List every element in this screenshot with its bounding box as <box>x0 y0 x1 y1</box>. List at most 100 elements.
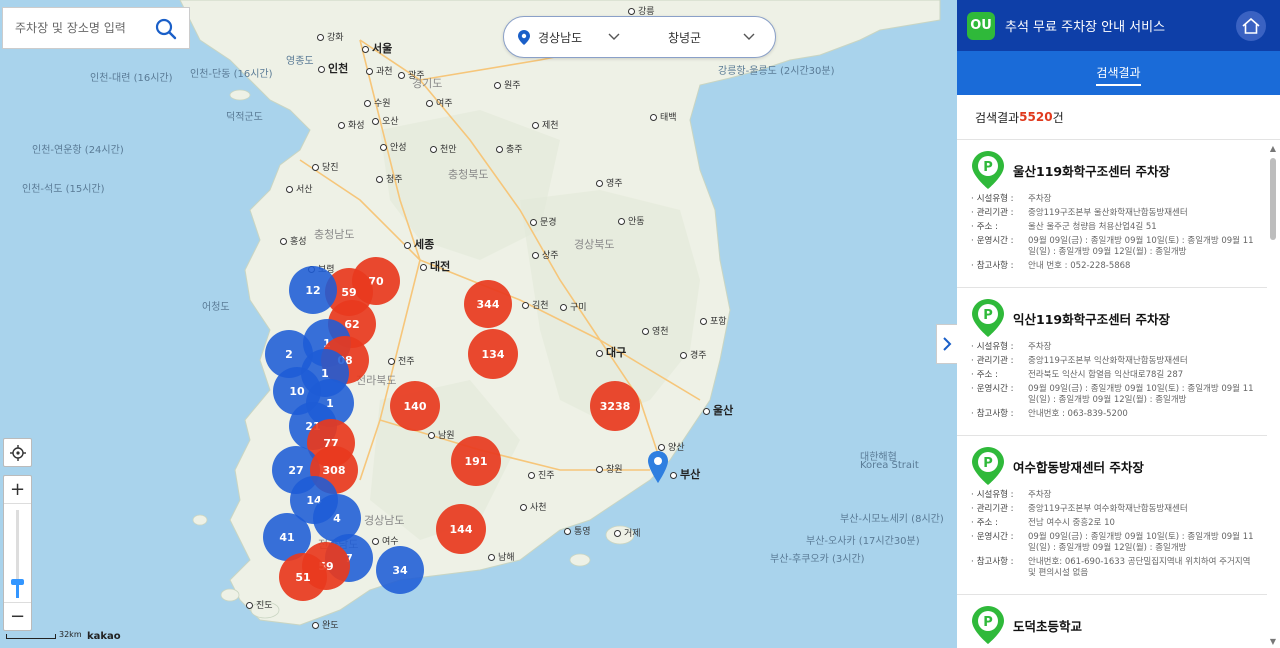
scroll-up-arrow-icon[interactable]: ▲ <box>1270 144 1276 153</box>
result-managing-org-key: 관리기관 : <box>971 208 1028 219</box>
map-label: 진도 <box>246 598 273 611</box>
map-label: 원주 <box>494 78 521 91</box>
map-label: 김천 <box>522 298 549 311</box>
parking-cluster-marker[interactable]: 34 <box>376 546 424 594</box>
map-label: 남원 <box>428 428 455 441</box>
result-operating-hours: 09월 09일(금) : 종일개방 09월 10일(토) : 종일개방 09월 … <box>1028 384 1254 405</box>
map-label: 사천 <box>520 500 547 513</box>
city-select[interactable]: 창녕군 <box>640 17 775 57</box>
svg-text:P: P <box>983 308 993 323</box>
map-label: 당진 <box>312 160 339 173</box>
map-label: 대구 <box>596 344 626 360</box>
map-label: 창원 <box>596 462 623 475</box>
map-label: 태백 <box>650 110 677 123</box>
home-button[interactable] <box>1236 10 1266 41</box>
result-details: 시설유형 :주차장관리기관 :중앙119구조본부 여수화학재난합동방재센터주소 … <box>971 490 1257 579</box>
map-label: 충청남도 <box>314 228 355 241</box>
result-managing-org-key: 관리기관 : <box>971 356 1028 367</box>
result-address-row: 주소 :전남 여수시 중흥2로 10 <box>971 518 1257 529</box>
parking-cluster-marker[interactable]: 12 <box>289 266 337 314</box>
result-address-row: 주소 :울산 울주군 청량읍 처용산업4길 51 <box>971 222 1257 233</box>
map-label: 안성 <box>380 140 407 153</box>
map-label: 서산 <box>286 182 313 195</box>
search-box <box>2 7 190 49</box>
result-title[interactable]: 울산119화학구조센터 주차장 <box>1013 161 1170 180</box>
map-label: 서울 <box>362 40 392 56</box>
result-count-value: 5520 <box>1019 110 1053 124</box>
parking-cluster-marker[interactable]: 191 <box>451 436 501 486</box>
map-label: 구미 <box>560 300 587 313</box>
search-icon[interactable] <box>155 18 177 40</box>
province-value: 경상남도 <box>538 30 583 45</box>
scroll-down-arrow-icon[interactable]: ▼ <box>1270 637 1276 646</box>
parking-cluster-marker[interactable]: 140 <box>390 381 440 431</box>
parking-marker-icon: P <box>972 606 1004 644</box>
result-details: 시설유형 :주차장관리기관 :중앙119구조본부 울산화학재난합동방재센터주소 … <box>971 194 1257 272</box>
result-count-label: 검색결과 <box>975 110 1020 125</box>
result-card[interactable]: P 도덕초등학교 <box>957 595 1267 648</box>
map-label: 영주 <box>596 176 623 189</box>
map-label: 전주 <box>388 354 415 367</box>
map-label: 부산-오사카 (17시간30분) <box>806 536 920 547</box>
scrollbar-thumb[interactable] <box>1270 158 1276 240</box>
result-notes-row: 참고사항 :안내 번호 : 052-228-5868 <box>971 261 1257 272</box>
search-input[interactable] <box>15 21 150 35</box>
parking-marker-icon: P <box>972 447 1004 485</box>
result-address-key: 주소 : <box>971 370 1028 381</box>
result-list: P 울산119화학구조센터 주차장시설유형 :주차장관리기관 :중앙119구조본부… <box>957 140 1267 648</box>
zoom-control: + − <box>3 475 32 631</box>
parking-cluster-marker[interactable]: 134 <box>468 329 518 379</box>
crosshair-icon <box>9 444 26 461</box>
result-title[interactable]: 익산119화학구조센터 주차장 <box>1013 309 1170 328</box>
zoom-in-button[interactable]: + <box>4 476 31 504</box>
zoom-out-button[interactable]: − <box>4 602 31 630</box>
map-label: 경주 <box>680 348 707 361</box>
province-select[interactable]: 경상남도 <box>504 17 640 57</box>
result-operating-hours-row: 운영시간 :09월 09일(금) : 종일개방 09월 10일(토) : 종일개… <box>971 532 1257 554</box>
result-operating-hours: 09월 09일(금) : 종일개방 09월 10일(토) : 종일개방 09월 … <box>1028 532 1254 553</box>
result-card[interactable]: P 여수합동방재센터 주차장시설유형 :주차장관리기관 :중앙119구조본부 여수… <box>957 436 1267 595</box>
parking-cluster-marker[interactable]: 3238 <box>590 381 640 431</box>
parking-cluster-marker[interactable]: 144 <box>436 504 486 554</box>
result-card-header: P 익산119화학구조센터 주차장 <box>971 298 1257 338</box>
map-label: 통영 <box>564 524 591 537</box>
result-operating-hours: 09월 09일(금) : 종일개방 09월 10일(토) : 종일개방 09월 … <box>1028 236 1254 257</box>
map-label: 여수 <box>372 534 399 547</box>
map-label: 강릉항-울릉도 (2시간30분) <box>718 66 835 77</box>
result-facility-type: 주차장 <box>1028 490 1052 500</box>
parking-cluster-marker[interactable]: 51 <box>279 553 327 601</box>
map-label: 경기도 <box>412 77 443 90</box>
result-card[interactable]: P 익산119화학구조센터 주차장시설유형 :주차장관리기관 :중앙119구조본부… <box>957 288 1267 436</box>
map-label: 진주 <box>528 468 555 481</box>
result-facility-type-row: 시설유형 :주차장 <box>971 342 1257 353</box>
map-label: 경상남도 <box>364 514 405 527</box>
zoom-slider-handle[interactable] <box>11 579 24 585</box>
panel-toggle-button[interactable] <box>936 324 957 364</box>
chevron-down-icon <box>608 33 620 40</box>
map-label: 충주 <box>496 142 523 155</box>
map-label: 화성 <box>338 118 365 131</box>
result-facility-type-row: 시설유형 :주차장 <box>971 194 1257 205</box>
result-notes-row: 참고사항 :안내번호: 061-690-1633 공단밀집지역내 위치하여 주거… <box>971 557 1257 579</box>
location-pin-icon[interactable] <box>648 451 668 483</box>
result-card[interactable]: P 울산119화학구조센터 주차장시설유형 :주차장관리기관 :중앙119구조본부… <box>957 140 1267 288</box>
parking-cluster-marker[interactable]: 344 <box>464 280 512 328</box>
result-count-unit: 건 <box>1052 110 1064 125</box>
result-address: 울산 울주군 청량읍 처용산업4길 51 <box>1028 222 1157 232</box>
chevron-right-icon <box>943 337 952 351</box>
result-notes: 안내 번호 : 052-228-5868 <box>1028 261 1131 271</box>
map-label: 천안 <box>430 142 457 155</box>
map-label: 거제 <box>614 526 641 539</box>
map-label: 포항 <box>700 314 727 327</box>
result-card-header: P 도덕초등학교 <box>971 605 1257 645</box>
result-facility-type-key: 시설유형 : <box>971 194 1028 205</box>
tab-search-results[interactable]: 검색결과 <box>1096 60 1141 86</box>
map-label: 울산 <box>703 402 733 418</box>
result-title[interactable]: 여수합동방재센터 주차장 <box>1013 457 1144 476</box>
svg-text:P: P <box>983 615 993 630</box>
result-title[interactable]: 도덕초등학교 <box>1013 616 1082 635</box>
current-location-button[interactable] <box>3 438 32 467</box>
map[interactable]: 강릉 강화 서울 인천 과천 광주 원주 수원 화성 오산 여주 안성 제천 태백 충주 천안 당진 서산 청주 영주… <box>0 0 957 648</box>
map-label: 영종도 <box>286 56 314 67</box>
map-label: 오산 <box>372 114 399 127</box>
